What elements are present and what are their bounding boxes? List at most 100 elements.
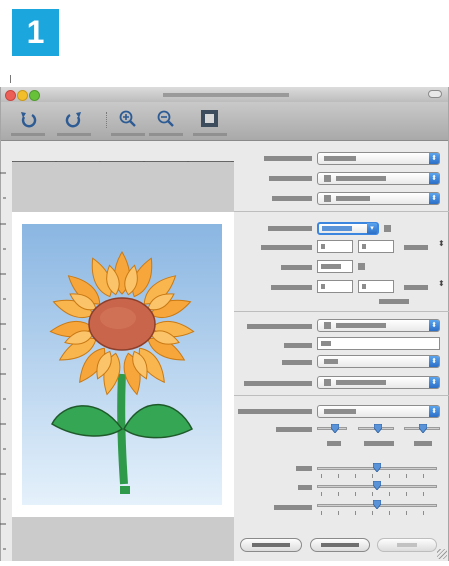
- text-field[interactable]: [358, 280, 394, 293]
- slider-knob[interactable]: [373, 500, 381, 509]
- stepper-icon[interactable]: ⬍: [438, 240, 445, 248]
- horizontal-ruler: [11, 155, 234, 167]
- setting-label: [244, 381, 312, 386]
- popup-arrows-icon: ⬍: [429, 193, 439, 204]
- setting-caption: [379, 299, 409, 304]
- zoom-out-icon[interactable]: [155, 109, 177, 129]
- popup-value: [324, 409, 356, 414]
- setting-label: [238, 409, 312, 414]
- field-value: [321, 341, 331, 346]
- setting-label: [269, 176, 312, 181]
- popup-arrows-icon: ⬍: [429, 173, 439, 184]
- field-value: [321, 244, 325, 249]
- step-number-badge: 1: [12, 9, 59, 56]
- action-button-2[interactable]: [310, 538, 370, 552]
- popup-menu[interactable]: ⬍: [317, 376, 440, 389]
- slider-knob[interactable]: [331, 424, 339, 433]
- setting-label: [264, 156, 312, 161]
- toolbar-toggle-button[interactable]: [428, 90, 442, 98]
- popup-value: [336, 323, 386, 328]
- popup-value: [336, 196, 370, 201]
- field-value: [362, 244, 366, 249]
- slider-knob[interactable]: [373, 463, 381, 472]
- text-field[interactable]: [317, 280, 353, 293]
- setting-label: [271, 285, 312, 290]
- toolbar: [1, 102, 448, 141]
- button-label: [397, 543, 417, 547]
- popup-arrows-icon: ⬍: [429, 377, 439, 388]
- text-field[interactable]: [317, 240, 353, 253]
- action-button-1[interactable]: [240, 538, 302, 552]
- popup-menu[interactable]: ⬍: [317, 319, 440, 332]
- popup-value: [336, 380, 386, 385]
- slider-caption: [327, 441, 341, 446]
- popup-value: [322, 226, 352, 231]
- setting-label: [281, 265, 312, 270]
- divider: [234, 311, 449, 312]
- popup-arrows-icon: ▾: [367, 223, 377, 234]
- setting-label: [268, 226, 312, 231]
- setting-label: [261, 245, 312, 250]
- rotate-right-icon[interactable]: [63, 109, 85, 129]
- popup-menu-focused[interactable]: ▾: [317, 222, 379, 235]
- color-swatch-icon: [324, 379, 331, 386]
- popup-menu[interactable]: ⬍: [317, 405, 440, 418]
- scan-preview-area[interactable]: [12, 162, 234, 561]
- toolbar-separator: [106, 112, 108, 128]
- popup-arrows-icon: ⬍: [429, 153, 439, 164]
- button-label: [321, 543, 359, 547]
- action-button-3-disabled[interactable]: [377, 538, 437, 552]
- unit-indicator: [384, 225, 391, 232]
- zoom-in-label: [111, 133, 145, 136]
- text-field[interactable]: [317, 337, 440, 350]
- slider-ticks: [321, 511, 439, 515]
- setting-label: [296, 466, 312, 471]
- slider-knob[interactable]: [373, 481, 381, 490]
- color-swatch-icon: [324, 195, 331, 202]
- window-title: [163, 93, 289, 97]
- popup-arrows-icon: ⬍: [429, 320, 439, 331]
- setting-label: [298, 485, 312, 490]
- resize-grip-icon[interactable]: [437, 549, 447, 559]
- color-swatch-icon: [324, 175, 331, 182]
- field-value: [321, 264, 341, 269]
- setting-label: [404, 245, 428, 250]
- popup-value: [324, 359, 338, 364]
- text-field[interactable]: [317, 260, 353, 273]
- divider: [234, 395, 449, 396]
- setting-label: [247, 324, 312, 329]
- minimize-icon[interactable]: [17, 90, 28, 101]
- callout-marker: [10, 75, 11, 83]
- popup-arrows-icon: ⬍: [429, 406, 439, 417]
- popup-menu[interactable]: ⬍: [317, 192, 440, 205]
- popup-menu[interactable]: ⬍: [317, 355, 440, 368]
- settings-panel: ⬍ ⬍ ⬍ ▾ ⬍ ⬍ ⬍ ⬍ ⬍ ⬍: [234, 141, 449, 561]
- rotate-left-icon[interactable]: [17, 109, 39, 129]
- popup-menu[interactable]: ⬍: [317, 152, 440, 165]
- popup-arrows-icon: ⬍: [429, 356, 439, 367]
- slider-knob[interactable]: [419, 424, 427, 433]
- zoom-icon[interactable]: [29, 90, 40, 101]
- button-label: [252, 543, 290, 547]
- vertical-ruler: [0, 161, 8, 561]
- divider: [234, 211, 449, 212]
- slider-caption: [414, 441, 432, 446]
- close-icon[interactable]: [5, 90, 16, 101]
- text-field[interactable]: [358, 240, 394, 253]
- setting-label: [284, 343, 312, 348]
- zoom-in-icon[interactable]: [117, 109, 139, 129]
- rotate-right-label: [57, 133, 91, 136]
- stepper-icon[interactable]: ⬍: [438, 280, 445, 288]
- slider-knob[interactable]: [374, 424, 382, 433]
- rotate-left-label: [11, 133, 45, 136]
- slider-ticks: [321, 492, 439, 496]
- unit-indicator: [358, 263, 365, 270]
- setting-label: [272, 196, 312, 201]
- title-bar[interactable]: [1, 87, 448, 102]
- preview-page: [12, 212, 234, 517]
- color-swatch-icon: [324, 322, 331, 329]
- stop-icon[interactable]: [199, 109, 221, 129]
- slider-ticks: [321, 474, 439, 478]
- popup-menu[interactable]: ⬍: [317, 172, 440, 185]
- sunflower-image[interactable]: [22, 224, 222, 505]
